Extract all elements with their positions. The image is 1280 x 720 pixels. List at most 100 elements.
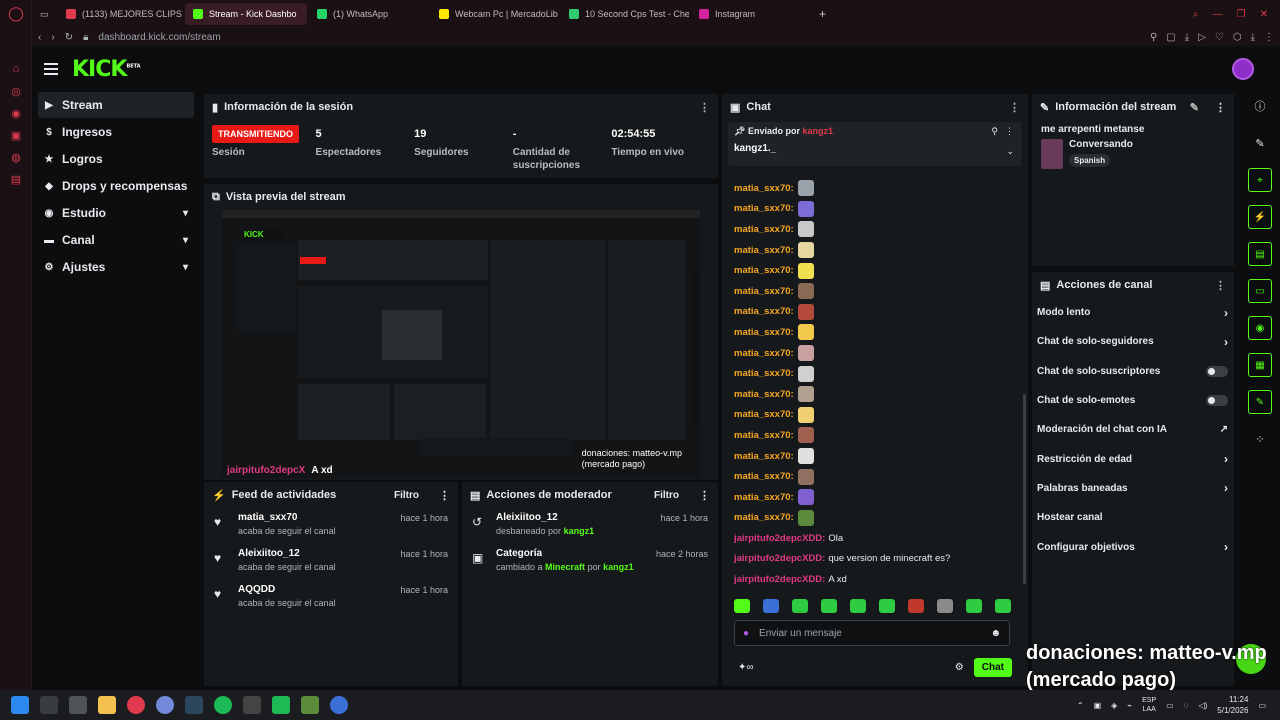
channel-action[interactable]: Palabras baneadas ›	[1032, 474, 1234, 503]
pickaxe-icon[interactable]: ✦∞	[738, 662, 754, 673]
feed-user[interactable]: Aleixiitoo_12	[238, 548, 336, 559]
bag-icon[interactable]: ◎	[0, 80, 32, 102]
chat-user[interactable]: matia_sxx70:	[734, 409, 794, 420]
more-icon[interactable]: ⋮	[1264, 32, 1274, 43]
channel-action[interactable]: Hostear canal	[1032, 503, 1234, 532]
chat-user[interactable]: matia_sxx70:	[734, 430, 794, 441]
mod-filter-button[interactable]: Filtro	[654, 490, 679, 501]
notification-icon[interactable]: ▭	[1258, 701, 1266, 710]
language-indicator[interactable]: ESP LAA	[1142, 696, 1156, 714]
feed-filter-button[interactable]: Filtro	[394, 490, 419, 501]
emoji-icon[interactable]: ☻	[990, 628, 1001, 639]
chat-user[interactable]: matia_sxx70:	[734, 183, 794, 194]
channel-action[interactable]: Moderación del chat con IA ↗	[1032, 415, 1234, 444]
minimize-icon[interactable]: —	[1213, 9, 1223, 20]
stream-preview-image[interactable]: KICK jairpitufo2depcX A xd donaciones: ma…	[222, 210, 700, 478]
tab-menu-icon[interactable]: ▭	[32, 3, 58, 25]
nav-item-stream[interactable]: ▶ Stream	[38, 92, 194, 118]
channel-action[interactable]: Chat de solo-seguidores ›	[1032, 327, 1234, 356]
chat-user[interactable]: matia_sxx70:	[734, 389, 794, 400]
channel-action[interactable]: Restricción de edad ›	[1032, 444, 1234, 473]
nav-item-logros[interactable]: ★ Logros	[38, 146, 194, 172]
play-icon[interactable]: ▷	[1198, 32, 1206, 43]
quick-emote-icon[interactable]	[879, 599, 895, 613]
volume-icon[interactable]: ◁)	[1198, 701, 1207, 710]
quick-emote-icon[interactable]	[908, 599, 924, 613]
maximize-icon[interactable]: ❐	[1237, 9, 1246, 20]
feed-user[interactable]: AQQDD	[238, 584, 336, 595]
chat-user[interactable]: matia_sxx70:	[734, 368, 794, 379]
wrench-icon[interactable]: ✎	[1248, 390, 1272, 414]
browser-tab[interactable]: Stream - Kick Dashbo	[185, 3, 307, 25]
nav-item-ajustes[interactable]: ⚙ Ajustes ▾	[38, 254, 194, 280]
chat-user[interactable]: matia_sxx70:	[734, 451, 794, 462]
quick-emote-icon[interactable]	[821, 599, 837, 613]
target-icon[interactable]: ⌖	[1248, 168, 1272, 192]
pencil-icon[interactable]: ✎	[1248, 131, 1272, 155]
feed-more-icon[interactable]: ⋮	[439, 489, 450, 502]
steam-icon[interactable]	[185, 696, 203, 714]
chat-user[interactable]: matia_sxx70:	[734, 348, 794, 359]
mod-more-icon[interactable]: ⋮	[699, 489, 710, 502]
chat-user[interactable]: matia_sxx70:	[734, 492, 794, 503]
chevron-down-icon[interactable]: ▾	[183, 208, 188, 219]
broadcast-icon[interactable]: ◉	[1248, 316, 1272, 340]
channel-action[interactable]: Configurar objetivos ›	[1032, 532, 1234, 561]
chat-user[interactable]: matia_sxx70:	[734, 224, 794, 235]
quick-emote-icon[interactable]	[995, 599, 1011, 613]
chat-scrollbar[interactable]	[1023, 394, 1026, 584]
new-tab-button[interactable]: +	[811, 3, 834, 25]
obs-icon[interactable]	[330, 696, 348, 714]
tray-app-icon[interactable]: ▣	[1094, 701, 1102, 710]
layout-icon[interactable]: ▦	[1248, 353, 1272, 377]
chevron-down-icon[interactable]: ⌄	[1006, 146, 1014, 157]
doc-icon[interactable]: ▤	[1248, 242, 1272, 266]
pinned-more-icon[interactable]: ⋮	[1005, 126, 1014, 137]
nav-item-drops[interactable]: ◆ Drops y recompensas	[38, 173, 194, 199]
quick-emote-icon[interactable]	[763, 599, 779, 613]
send-chat-button[interactable]: Chat	[973, 658, 1012, 677]
snapshot-icon[interactable]: ▢	[1166, 32, 1175, 43]
toggle-switch[interactable]	[1206, 395, 1228, 407]
quick-emote-icon[interactable]	[850, 599, 866, 613]
clock[interactable]: 11:24 5/1/2026	[1217, 694, 1248, 716]
edit-icon[interactable]: ✎	[1190, 101, 1199, 114]
network-icon[interactable]: ◌	[1184, 701, 1189, 710]
menu-icon[interactable]	[44, 60, 58, 78]
download-icon[interactable]: ⤓	[1185, 32, 1189, 43]
info-icon[interactable]: ⓘ	[1248, 94, 1272, 118]
channel-action[interactable]: Modo lento ›	[1032, 298, 1234, 327]
kick-logo[interactable]: KICKBETA	[72, 57, 141, 82]
app-icon[interactable]	[243, 696, 261, 714]
chat-user[interactable]: matia_sxx70:	[734, 203, 794, 214]
xbox-icon[interactable]	[272, 696, 290, 714]
chat-user[interactable]: matia_sxx70:	[734, 286, 794, 297]
chevron-down-icon[interactable]: ▾	[183, 235, 188, 246]
game-icon[interactable]: ◉	[0, 102, 32, 124]
chat-user[interactable]: matia_sxx70:	[734, 306, 794, 317]
discord-icon[interactable]	[156, 696, 174, 714]
chat-more-icon[interactable]: ⋮	[1009, 101, 1020, 114]
unpin-icon[interactable]: ⚲	[991, 126, 998, 137]
browser-tab[interactable]: (1133) MEJORES CLIPS de	[58, 3, 183, 25]
chat-user[interactable]: matia_sxx70:	[734, 327, 794, 338]
reload-icon[interactable]: ↻	[65, 32, 73, 43]
browser-tab[interactable]: Instagram	[691, 3, 811, 25]
quick-emote-icon[interactable]	[792, 599, 808, 613]
minecraft-icon[interactable]	[301, 696, 319, 714]
chat-user[interactable]: matia_sxx70:	[734, 245, 794, 256]
channel-action[interactable]: Chat de solo-emotes	[1032, 386, 1234, 415]
music-icon[interactable]: ▤	[0, 168, 32, 190]
pin-icon[interactable]: ⚲	[1150, 32, 1157, 43]
tray-usb-icon[interactable]: ⌁	[1127, 701, 1132, 710]
chat-bubble-icon[interactable]: ▭	[1248, 279, 1272, 303]
tray-shield-icon[interactable]: ◈	[1111, 701, 1117, 710]
chat-user[interactable]: jairpitufo2depcXDD:	[734, 553, 825, 564]
forward-icon[interactable]: ›	[51, 32, 54, 43]
quick-emote-icon[interactable]	[734, 599, 750, 613]
downloads-icon[interactable]: ⤓	[1251, 32, 1255, 43]
spotify-icon[interactable]	[214, 696, 232, 714]
quick-emote-icon[interactable]	[937, 599, 953, 613]
tray-chevron-icon[interactable]: ⌃	[1077, 701, 1084, 710]
chat-input[interactable]: ● Enviar un mensaje ☻	[734, 620, 1010, 646]
